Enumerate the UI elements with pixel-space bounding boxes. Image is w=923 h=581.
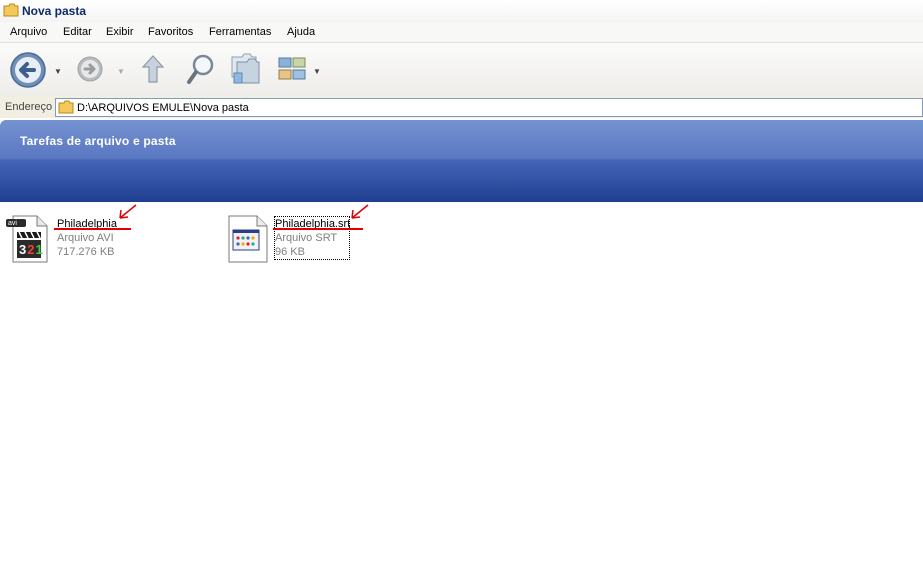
- up-folder-button[interactable]: [140, 54, 166, 87]
- srt-document-icon: [227, 214, 269, 267]
- list-item[interactable]: Philadelphia.srt Arquivo SRT 96 KB: [225, 205, 425, 270]
- annotation-arrow-icon: [117, 203, 139, 224]
- task-pane-title[interactable]: Tarefas de arquivo e pasta: [20, 134, 176, 148]
- countdown-digits: 321: [19, 242, 44, 257]
- back-dropdown-arrow-icon[interactable]: ▼: [54, 67, 62, 76]
- search-icon: [187, 54, 214, 84]
- file-size: 96 KB: [275, 246, 305, 258]
- back-arrow-icon: [10, 52, 46, 88]
- forward-arrow-icon: [77, 56, 103, 82]
- search-button[interactable]: [186, 53, 216, 88]
- folders-button[interactable]: [229, 51, 261, 88]
- menu-favoritos[interactable]: Favoritos: [148, 26, 193, 38]
- address-bar: Endereço D:\ARQUIVOS EMULE\Nova pasta: [0, 96, 923, 118]
- folders-icon: [231, 53, 260, 84]
- address-label: Endereço: [5, 101, 53, 113]
- annotation-underline: [54, 228, 131, 230]
- toolbar: ▼ ▼ ▼: [0, 42, 923, 97]
- folder-icon: [3, 3, 19, 20]
- menu-bar: Arquivo Editar Exibir Favoritos Ferramen…: [0, 22, 923, 42]
- annotation-arrow-icon: [349, 203, 371, 224]
- file-type: Arquivo AVI: [57, 232, 114, 244]
- title-bar: Nova pasta: [0, 0, 923, 22]
- file-type: Arquivo SRT: [275, 232, 338, 244]
- views-button[interactable]: [278, 57, 308, 84]
- file-size: 717.276 KB: [57, 246, 115, 258]
- menu-exibir[interactable]: Exibir: [106, 26, 134, 38]
- menu-arquivo[interactable]: Arquivo: [10, 26, 47, 38]
- window-title: Nova pasta: [22, 4, 87, 18]
- up-arrow-icon: [141, 55, 165, 83]
- task-pane: Tarefas de arquivo e pasta: [0, 120, 923, 202]
- menu-ferramentas[interactable]: Ferramentas: [209, 26, 271, 38]
- task-pane-band: [0, 160, 923, 202]
- address-path: D:\ARQUIVOS EMULE\Nova pasta: [77, 102, 249, 114]
- address-input[interactable]: D:\ARQUIVOS EMULE\Nova pasta: [55, 98, 923, 117]
- menu-ajuda[interactable]: Ajuda: [287, 26, 315, 38]
- back-button[interactable]: [9, 51, 47, 92]
- menu-editar[interactable]: Editar: [63, 26, 92, 38]
- forward-dropdown-arrow-icon[interactable]: ▼: [117, 67, 125, 76]
- forward-button[interactable]: [76, 55, 104, 86]
- list-item[interactable]: avi 321 Philadelphia Arquivo AVI 717.276…: [0, 205, 200, 270]
- views-icon: [278, 57, 306, 80]
- annotation-underline: [273, 228, 363, 230]
- avi-badge: avi: [8, 220, 17, 227]
- views-dropdown-arrow-icon[interactable]: ▼: [313, 67, 321, 76]
- folder-icon: [58, 100, 74, 117]
